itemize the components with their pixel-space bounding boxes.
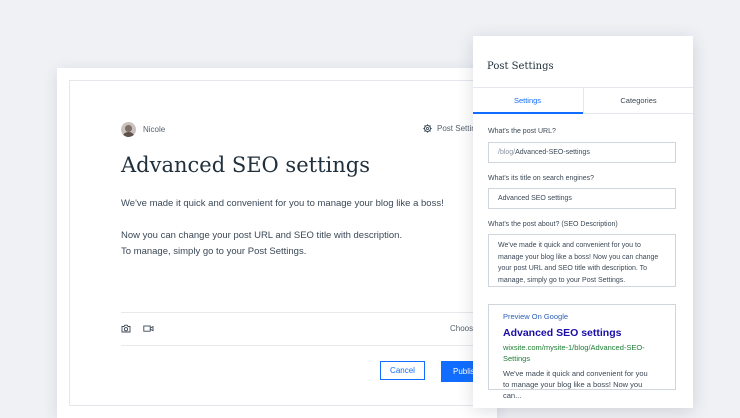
video-icon[interactable] (143, 324, 154, 333)
gear-icon (423, 124, 432, 133)
url-prefix: /blog/ (498, 149, 516, 156)
editor-content-area: Nicole Post Settings Advanced SEO settin… (69, 80, 511, 406)
post-body[interactable]: We've made it quick and convenient for y… (121, 196, 481, 260)
paragraph-line: Now you can change your post URL and SEO… (121, 230, 403, 241)
divider (121, 345, 511, 346)
paragraph-line: To manage, simply go to your Post Settin… (121, 246, 307, 257)
paragraph: We've made it quick and convenient for y… (121, 198, 444, 209)
url-value: Advanced-SEO-settings (515, 149, 590, 156)
tab-settings[interactable]: Settings (473, 88, 583, 114)
seo-title-label: What's its title on search engines? (488, 175, 595, 182)
paragraph: Now you can change your post URL and SEO… (121, 228, 481, 260)
url-field-label: What's the post URL? (488, 128, 556, 135)
url-field[interactable]: /blog/Advanced-SEO-settings (488, 142, 676, 163)
google-preview: Preview On Google Advanced SEO settings … (488, 304, 676, 400)
preview-label: Preview On Google (503, 312, 569, 321)
seo-description-field[interactable]: We've made it quick and convenient for y… (488, 234, 676, 287)
preview-description: We've made it quick and convenient for y… (503, 369, 648, 400)
preview-title: Advanced SEO settings (503, 327, 622, 339)
post-editor-window: Nicole Post Settings Advanced SEO settin… (57, 68, 511, 418)
panel-title: Post Settings (487, 61, 554, 72)
settings-tabs: Settings Categories (473, 87, 693, 114)
seo-title-field[interactable]: Advanced SEO settings (488, 188, 676, 209)
tab-categories[interactable]: Categories (583, 88, 693, 113)
post-title[interactable]: Advanced SEO settings (121, 153, 370, 177)
preview-url: wixsite.com/mysite-1/blog/Advanced-SEO-S… (503, 343, 645, 363)
cancel-button[interactable]: Cancel (380, 361, 425, 380)
avatar (121, 122, 136, 137)
post-settings-panel: Post Settings Settings Categories What's… (473, 36, 693, 408)
seo-description-label: What's the post about? (SEO Description) (488, 221, 618, 228)
camera-icon[interactable] (121, 324, 131, 333)
author-name: Nicole (143, 125, 166, 134)
divider (121, 312, 511, 313)
author-info: Nicole (121, 122, 165, 137)
